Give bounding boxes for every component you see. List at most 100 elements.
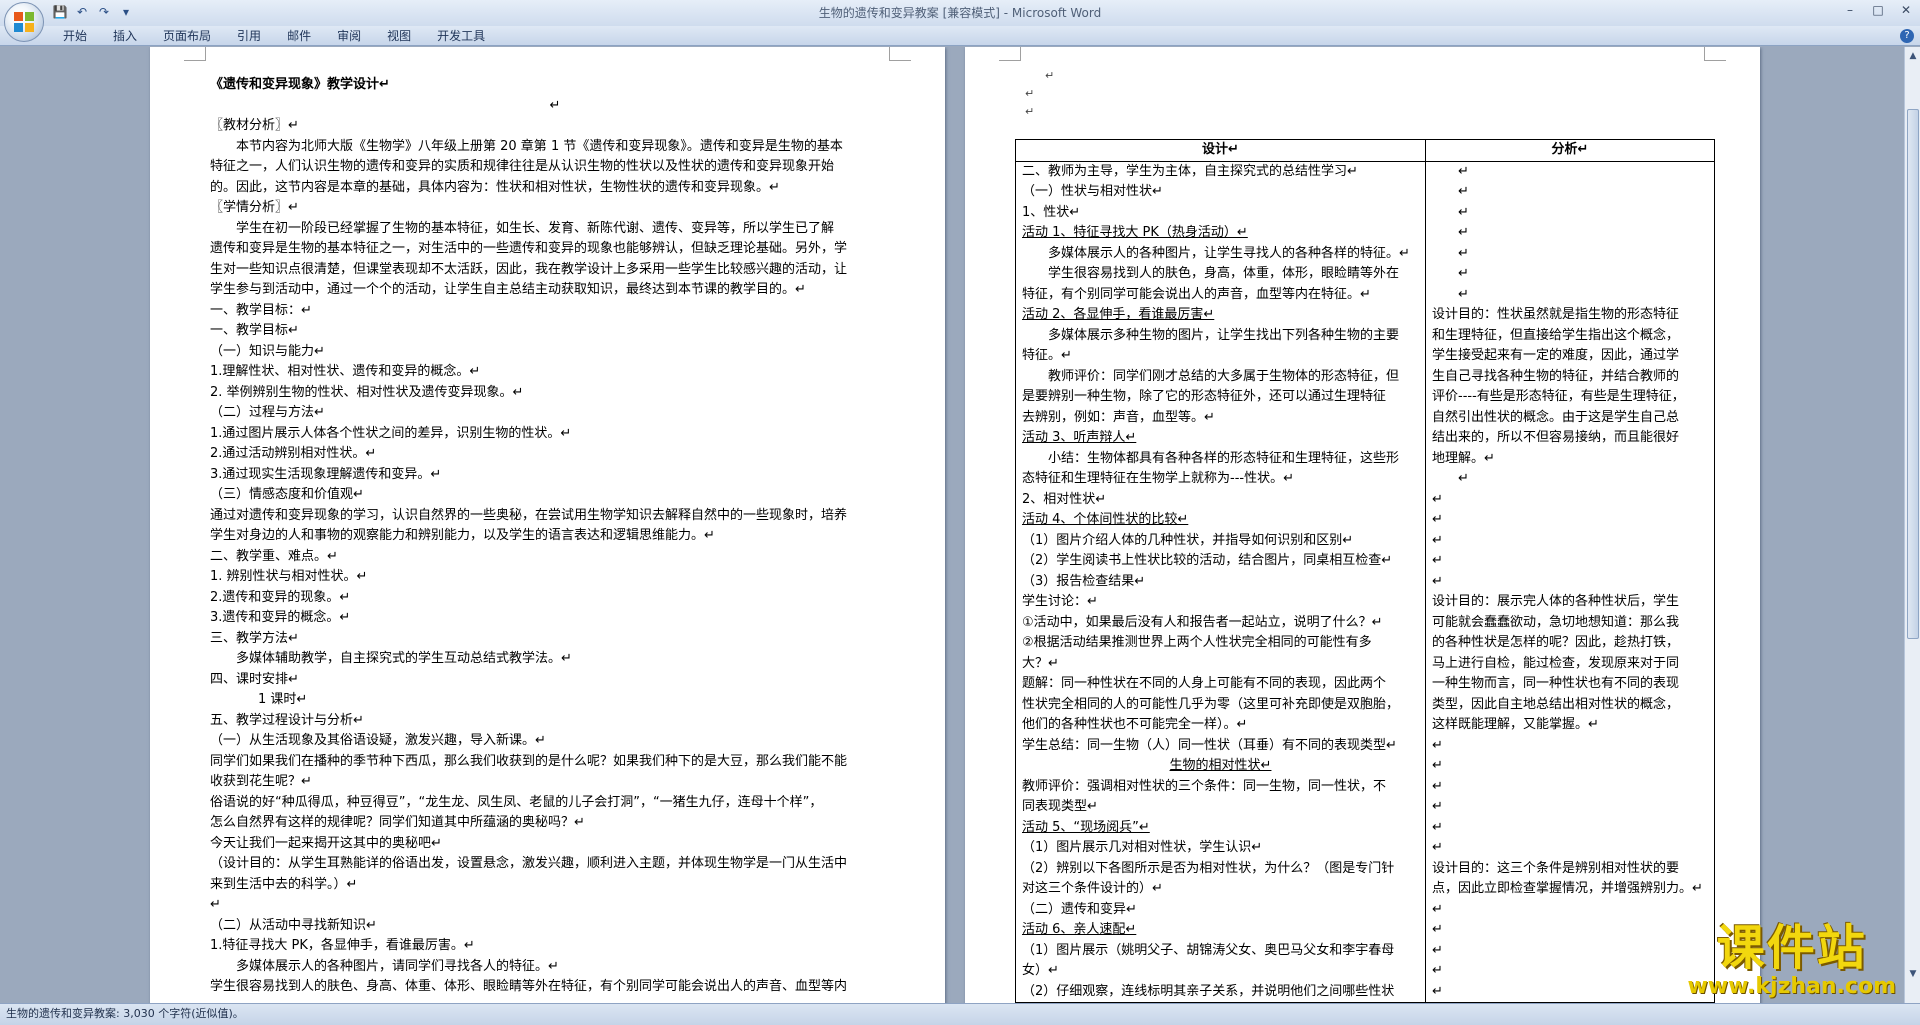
analysis-line: ↵ xyxy=(1432,532,1443,548)
analysis-line: 学生接受起来有一定的难度，因此，通过学 xyxy=(1432,348,1680,363)
text-line: 多媒体展示人的各种图片，请同学们寻找各人的特征。↵ xyxy=(236,958,559,974)
text-line: （设计目的：从学生耳熟能详的俗语出发，设置悬念，激发兴趣，顺利进入主题，并体现生… xyxy=(210,856,848,871)
text-line: 2.遗传和变异的现象。↵ xyxy=(210,589,351,605)
document-page-right[interactable]: ↵ ↵ ↵ 设计↵ 分析↵ 二、教师为主导，学生为主体，自主探究式的总结性学习↵ （一… xyxy=(965,47,1760,1003)
text-line: 特征之一，人们认识生物的遗传和变异的实质和规律往往是从认识生物的性状以及性状的遗… xyxy=(210,159,835,174)
analysis-line: 设计目的：性状虽然就是指生物的形态特征 xyxy=(1432,307,1680,322)
analysis-line: 设计目的：这三个条件是辨别相对性状的要 xyxy=(1432,860,1680,876)
text-line: （一）从生活现象及其俗语设疑，激发兴趣，导入新课。↵ xyxy=(210,733,546,748)
customize-icon[interactable]: ▾ xyxy=(118,4,134,20)
document-workspace[interactable]: 《遗传和变异现象》教学设计↵ ↵ 〖教材分析〗↵ 本节内容为北师大版《生物学》八年级上… xyxy=(0,47,1904,1003)
analysis-line: 评价----有些是形态特征，有些是生理特征， xyxy=(1432,389,1685,404)
tab-references[interactable]: 引用 xyxy=(224,29,274,43)
design-line: 去辨别，例如：声音，血型等。↵ xyxy=(1022,409,1215,425)
redo-icon[interactable]: ↷ xyxy=(96,4,112,20)
tab-home[interactable]: 开始 xyxy=(50,29,100,43)
tab-view[interactable]: 视图 xyxy=(374,29,424,43)
save-icon[interactable]: 💾 xyxy=(52,4,68,20)
text-line: 怎么自然界有这样的规律呢？同学们知道其中所蕴涵的奥秘吗？↵ xyxy=(210,815,585,830)
tab-insert[interactable]: 插入 xyxy=(100,29,150,43)
design-line: （1）图片展示几对相对性状，学生认识↵ xyxy=(1022,840,1263,855)
analysis-line: 这样既能理解，又能掌握。↵ xyxy=(1432,717,1599,732)
text-line: 〖教材分析〗↵ xyxy=(210,118,299,133)
design-line: 活动 2、各显伸手，看谁最厉害↵ xyxy=(1022,307,1215,322)
text-line: 1.通过图片展示人体各个性状之间的差异，识别生物的性状。↵ xyxy=(210,425,572,441)
design-line: 多媒体展示人的各种图片，让学生寻找人的各种各样的特征。↵ xyxy=(1048,245,1410,261)
analysis-line: ↵ xyxy=(1458,184,1469,199)
design-line: 同表现类型↵ xyxy=(1022,799,1098,814)
minimize-button[interactable]: – xyxy=(1836,0,1864,20)
office-logo-icon xyxy=(14,12,34,32)
design-line: 他们的各种性状也不可能完全一样）。↵ xyxy=(1022,717,1248,732)
analysis-line: ↵ xyxy=(1432,553,1443,568)
analysis-line: 点，因此立即检查掌握情况，并增强辨别力。↵ xyxy=(1432,881,1703,896)
table-header-design: 设计↵ xyxy=(1015,139,1426,162)
document-page-left[interactable]: 《遗传和变异现象》教学设计↵ ↵ 〖教材分析〗↵ 本节内容为北师大版《生物学》八年级上… xyxy=(150,47,945,1003)
design-line: 态特征和生理特征在生物学上就称为---性状。↵ xyxy=(1022,471,1294,486)
margin-mark xyxy=(999,47,1021,61)
design-line: 教师评价：同学们刚才总结的大多属于生物体的形态特征，但 xyxy=(1048,368,1400,384)
text-line: （一）知识与能力↵ xyxy=(210,343,325,359)
design-line: 二、教师为主导，学生为主体，自主探究式的总结性学习↵ xyxy=(1022,163,1358,179)
design-line: 学生总结：同一生物（人）同一性状（耳垂）有不同的表现类型↵ xyxy=(1022,737,1397,753)
design-line: 活动 6、亲人速配↵ xyxy=(1022,922,1137,937)
design-line: 大？↵ xyxy=(1022,655,1059,671)
maximize-button[interactable]: □ xyxy=(1864,0,1892,20)
paragraph-mark: ↵ xyxy=(1045,69,1055,82)
text-line: （二）从活动中寻找新知识↵ xyxy=(210,917,377,933)
text-line: 1. 辨别性状与相对性状。↵ xyxy=(210,569,368,584)
analysis-line: 类型，因此自主地总结出相对性状的概念， xyxy=(1432,696,1680,712)
analysis-line: 生自己寻找各种生物的特征，并结合教师的 xyxy=(1432,368,1680,384)
design-line: （1）图片介绍人体的几种性状，并指导如何识别和区别↵ xyxy=(1022,532,1354,548)
tab-mailings[interactable]: 邮件 xyxy=(274,29,324,43)
analysis-line: ↵ xyxy=(1458,163,1469,179)
tab-page-layout[interactable]: 页面布局 xyxy=(150,29,224,43)
analysis-line: 结出来的，所以不但容易接纳，而且能很好 xyxy=(1432,430,1680,445)
analysis-line: ↵ xyxy=(1458,204,1469,220)
analysis-line: 可能就会蠢蠢欲动，急切地想知道：那么我 xyxy=(1432,614,1680,630)
office-button[interactable] xyxy=(4,2,44,42)
design-line: 特征。↵ xyxy=(1022,348,1072,363)
help-icon[interactable]: ? xyxy=(1900,29,1914,43)
analysis-line: 自然引出性状的概念。由于这是学生自己总 xyxy=(1432,409,1680,425)
text-line: 学生很容易找到人的肤色、身高、体重、体形、眼睑睛等外在特征，有个别同学可能会说出… xyxy=(210,979,848,994)
quick-access-toolbar: 💾 ↶ ↷ ▾ xyxy=(52,4,134,20)
text-line: 学生对身边的人和事物的观察能力和辨别能力，以及学生的语言表达和逻辑思维能力。↵ xyxy=(210,528,715,543)
design-line: （二）遗传和变异↵ xyxy=(1022,901,1137,917)
ribbon-tab-bar: 开始 插入 页面布局 引用 邮件 审阅 视图 开发工具 ? xyxy=(0,26,1920,46)
tab-developer[interactable]: 开发工具 xyxy=(424,29,498,43)
text-line: ↵ xyxy=(549,97,561,113)
close-button[interactable]: ✕ xyxy=(1892,0,1920,20)
text-line: 3.通过现实生活现象理解遗传和变异。↵ xyxy=(210,466,442,482)
analysis-line: 设计目的：展示完人体的各种性状后，学生 xyxy=(1432,594,1680,609)
text-line: 《遗传和变异现象》教学设计↵ xyxy=(210,77,390,92)
design-line: 特征，有个别同学可能会说出人的声音，血型等内在特征。↵ xyxy=(1022,286,1371,302)
text-line: 学生参与到活动中，通过一个个的活动，让学生自主总结主动获取知识，最终达到本节课的… xyxy=(210,282,806,297)
title-bar: 生物的遗传和变异教案 [兼容模式] - Microsoft Word 💾 ↶ ↷… xyxy=(0,0,1920,26)
design-line: 性状完全相同的人的可能性几乎为零（这里可补充即使是双胞胎， xyxy=(1022,696,1400,712)
scroll-down-icon[interactable]: ▼ xyxy=(1907,967,1919,981)
text-line: 遗传和变异是生物的基本特征之一，对生活中的一些遗传和变异的现象也能够辨认，但缺乏… xyxy=(210,241,848,256)
window-controls: – □ ✕ xyxy=(1836,0,1920,20)
design-line: 多媒体展示多种生物的图片，让学生找出下列各种生物的主要 xyxy=(1048,327,1400,343)
design-line: （一）性状与相对性状↵ xyxy=(1022,184,1163,199)
text-line: 一、教学目标↵ xyxy=(210,323,299,338)
text-line: 三、教学方法↵ xyxy=(210,630,299,646)
scroll-thumb[interactable] xyxy=(1907,109,1919,639)
undo-icon[interactable]: ↶ xyxy=(74,4,90,20)
text-line: （三）情感态度和价值观↵ xyxy=(210,487,364,502)
design-line: 题解：同一种性状在不同的人身上可能有不同的表现，因此两个 xyxy=(1022,676,1387,691)
text-line: 〖学情分析〗↵ xyxy=(210,200,299,215)
vertical-scrollbar[interactable]: ▲ ▼ xyxy=(1904,47,1920,1003)
tab-review[interactable]: 审阅 xyxy=(324,29,374,43)
analysis-line: ↵ xyxy=(1458,286,1469,302)
design-line: 对这三个条件设计的）↵ xyxy=(1022,881,1163,896)
watermark-url: www.kjzhan.com xyxy=(1687,974,1896,999)
design-line: 2、相对性状↵ xyxy=(1022,491,1107,507)
scroll-up-icon[interactable]: ▲ xyxy=(1907,49,1919,63)
analysis-line: ↵ xyxy=(1432,799,1443,814)
design-line: 生物的相对性状↵ xyxy=(1169,758,1272,773)
text-line: 1.特征寻找大 PK，各显伸手，看谁最厉害。↵ xyxy=(210,938,475,953)
design-line: 学生很容易找到人的肤色，身高，体重，体形，眼睑睛等外在 xyxy=(1048,266,1400,281)
text-line: 同学们如果我们在播种的季节种下西瓜，那么我们收获到的是什么呢？如果我们种下的是大… xyxy=(210,753,848,769)
